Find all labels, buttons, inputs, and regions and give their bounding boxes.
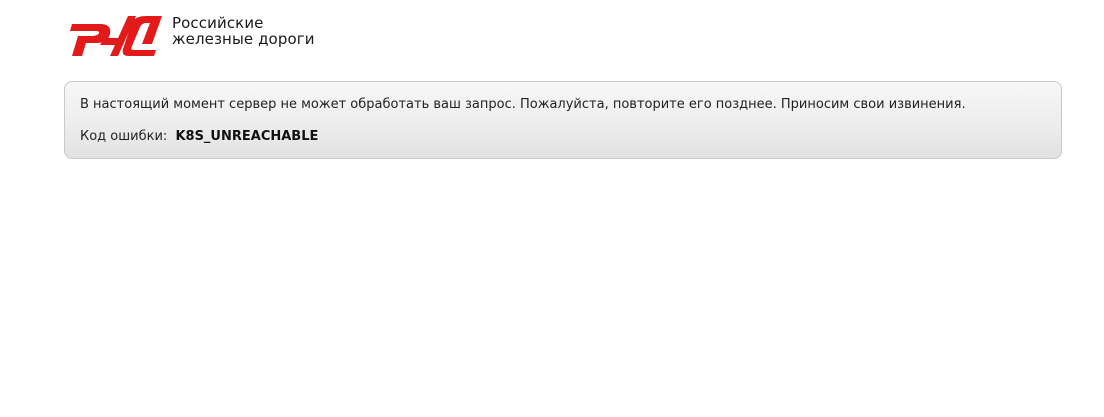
brand-line-1: Российские [172, 14, 264, 32]
brand-line-2: железные дороги [172, 30, 315, 48]
site-header: Российские железные дороги [70, 12, 370, 60]
error-code-label: Код ошибки: [80, 129, 168, 144]
brand-name: Российские железные дороги [172, 15, 315, 47]
rzd-logo-icon [70, 16, 162, 56]
error-message: В настоящий момент сервер не может обраб… [80, 97, 966, 112]
error-code-line: Код ошибки: K8S_UNREACHABLE [80, 129, 318, 145]
error-code-value: K8S_UNREACHABLE [175, 129, 319, 144]
error-panel: В настоящий момент сервер не может обраб… [64, 81, 1062, 159]
